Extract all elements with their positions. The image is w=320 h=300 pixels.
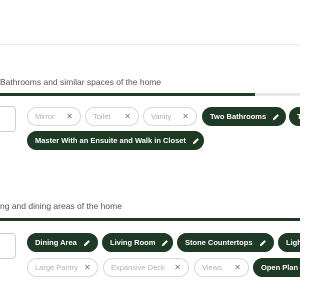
close-icon[interactable]: ✕ [84,263,91,272]
chip-living-room[interactable]: Living Room [102,233,173,252]
chip-dining-area[interactable]: Dining Area [27,233,98,252]
section-title: ng and dining areas of the home [0,201,122,211]
chip-label: Mirror [35,112,55,121]
chip-partial[interactable]: T [289,107,300,126]
chip-views[interactable]: Views ✕ [194,258,249,277]
chip-label: Open Plan L [261,263,300,272]
section-title: Bathrooms and similar spaces of the home [0,77,162,87]
chip-label: Ligh [286,238,300,247]
chip-label: Toilet [93,112,111,121]
chip-label: Views [202,263,222,272]
pencil-icon[interactable] [83,239,91,247]
progress-bar [0,93,300,96]
chip-label: Expansive Deck [111,263,165,272]
chip-label: T [297,112,300,121]
chip-two-bathrooms[interactable]: Two Bathrooms [202,107,286,126]
chip-label: Two Bathrooms [210,112,267,121]
divider [0,44,300,45]
chip-mirror[interactable]: Mirror ✕ [27,107,81,126]
chip-toilet[interactable]: Toilet ✕ [85,107,139,126]
close-icon[interactable]: ✕ [124,112,131,121]
chip-vanity[interactable]: Vanity ✕ [143,107,197,126]
progress-bar [0,218,300,221]
chip-label: Vanity [151,112,172,121]
close-icon[interactable]: ✕ [66,112,73,121]
close-icon[interactable]: ✕ [174,263,181,272]
chip-stone-countertops[interactable]: Stone Countertops [177,233,274,252]
close-icon[interactable]: ✕ [182,112,189,121]
progress-fill [0,218,300,221]
pencil-icon[interactable] [161,239,169,247]
pencil-icon[interactable] [272,113,280,121]
chip-expansive-deck[interactable]: Expansive Deck ✕ [103,258,189,277]
text-input[interactable] [0,233,16,259]
chip-label: Stone Countertops [185,238,253,247]
text-input[interactable] [0,106,16,132]
chip-large-pantry[interactable]: Large Pantry ✕ [27,258,98,277]
pencil-icon[interactable] [192,137,200,145]
pencil-icon[interactable] [259,239,267,247]
close-icon[interactable]: ✕ [234,263,241,272]
chip-label: Master With an Ensuite and Walk in Close… [35,136,186,145]
chip-label: Large Pantry [35,263,78,272]
progress-fill [0,93,255,96]
chip-master-ensuite[interactable]: Master With an Ensuite and Walk in Close… [27,131,204,150]
screen: Bathrooms and similar spaces of the home… [0,0,300,300]
chip-partial[interactable]: Ligh [278,233,300,252]
chip-label: Living Room [110,238,156,247]
chip-label: Dining Area [35,238,77,247]
chip-partial[interactable]: Open Plan L [253,258,300,277]
